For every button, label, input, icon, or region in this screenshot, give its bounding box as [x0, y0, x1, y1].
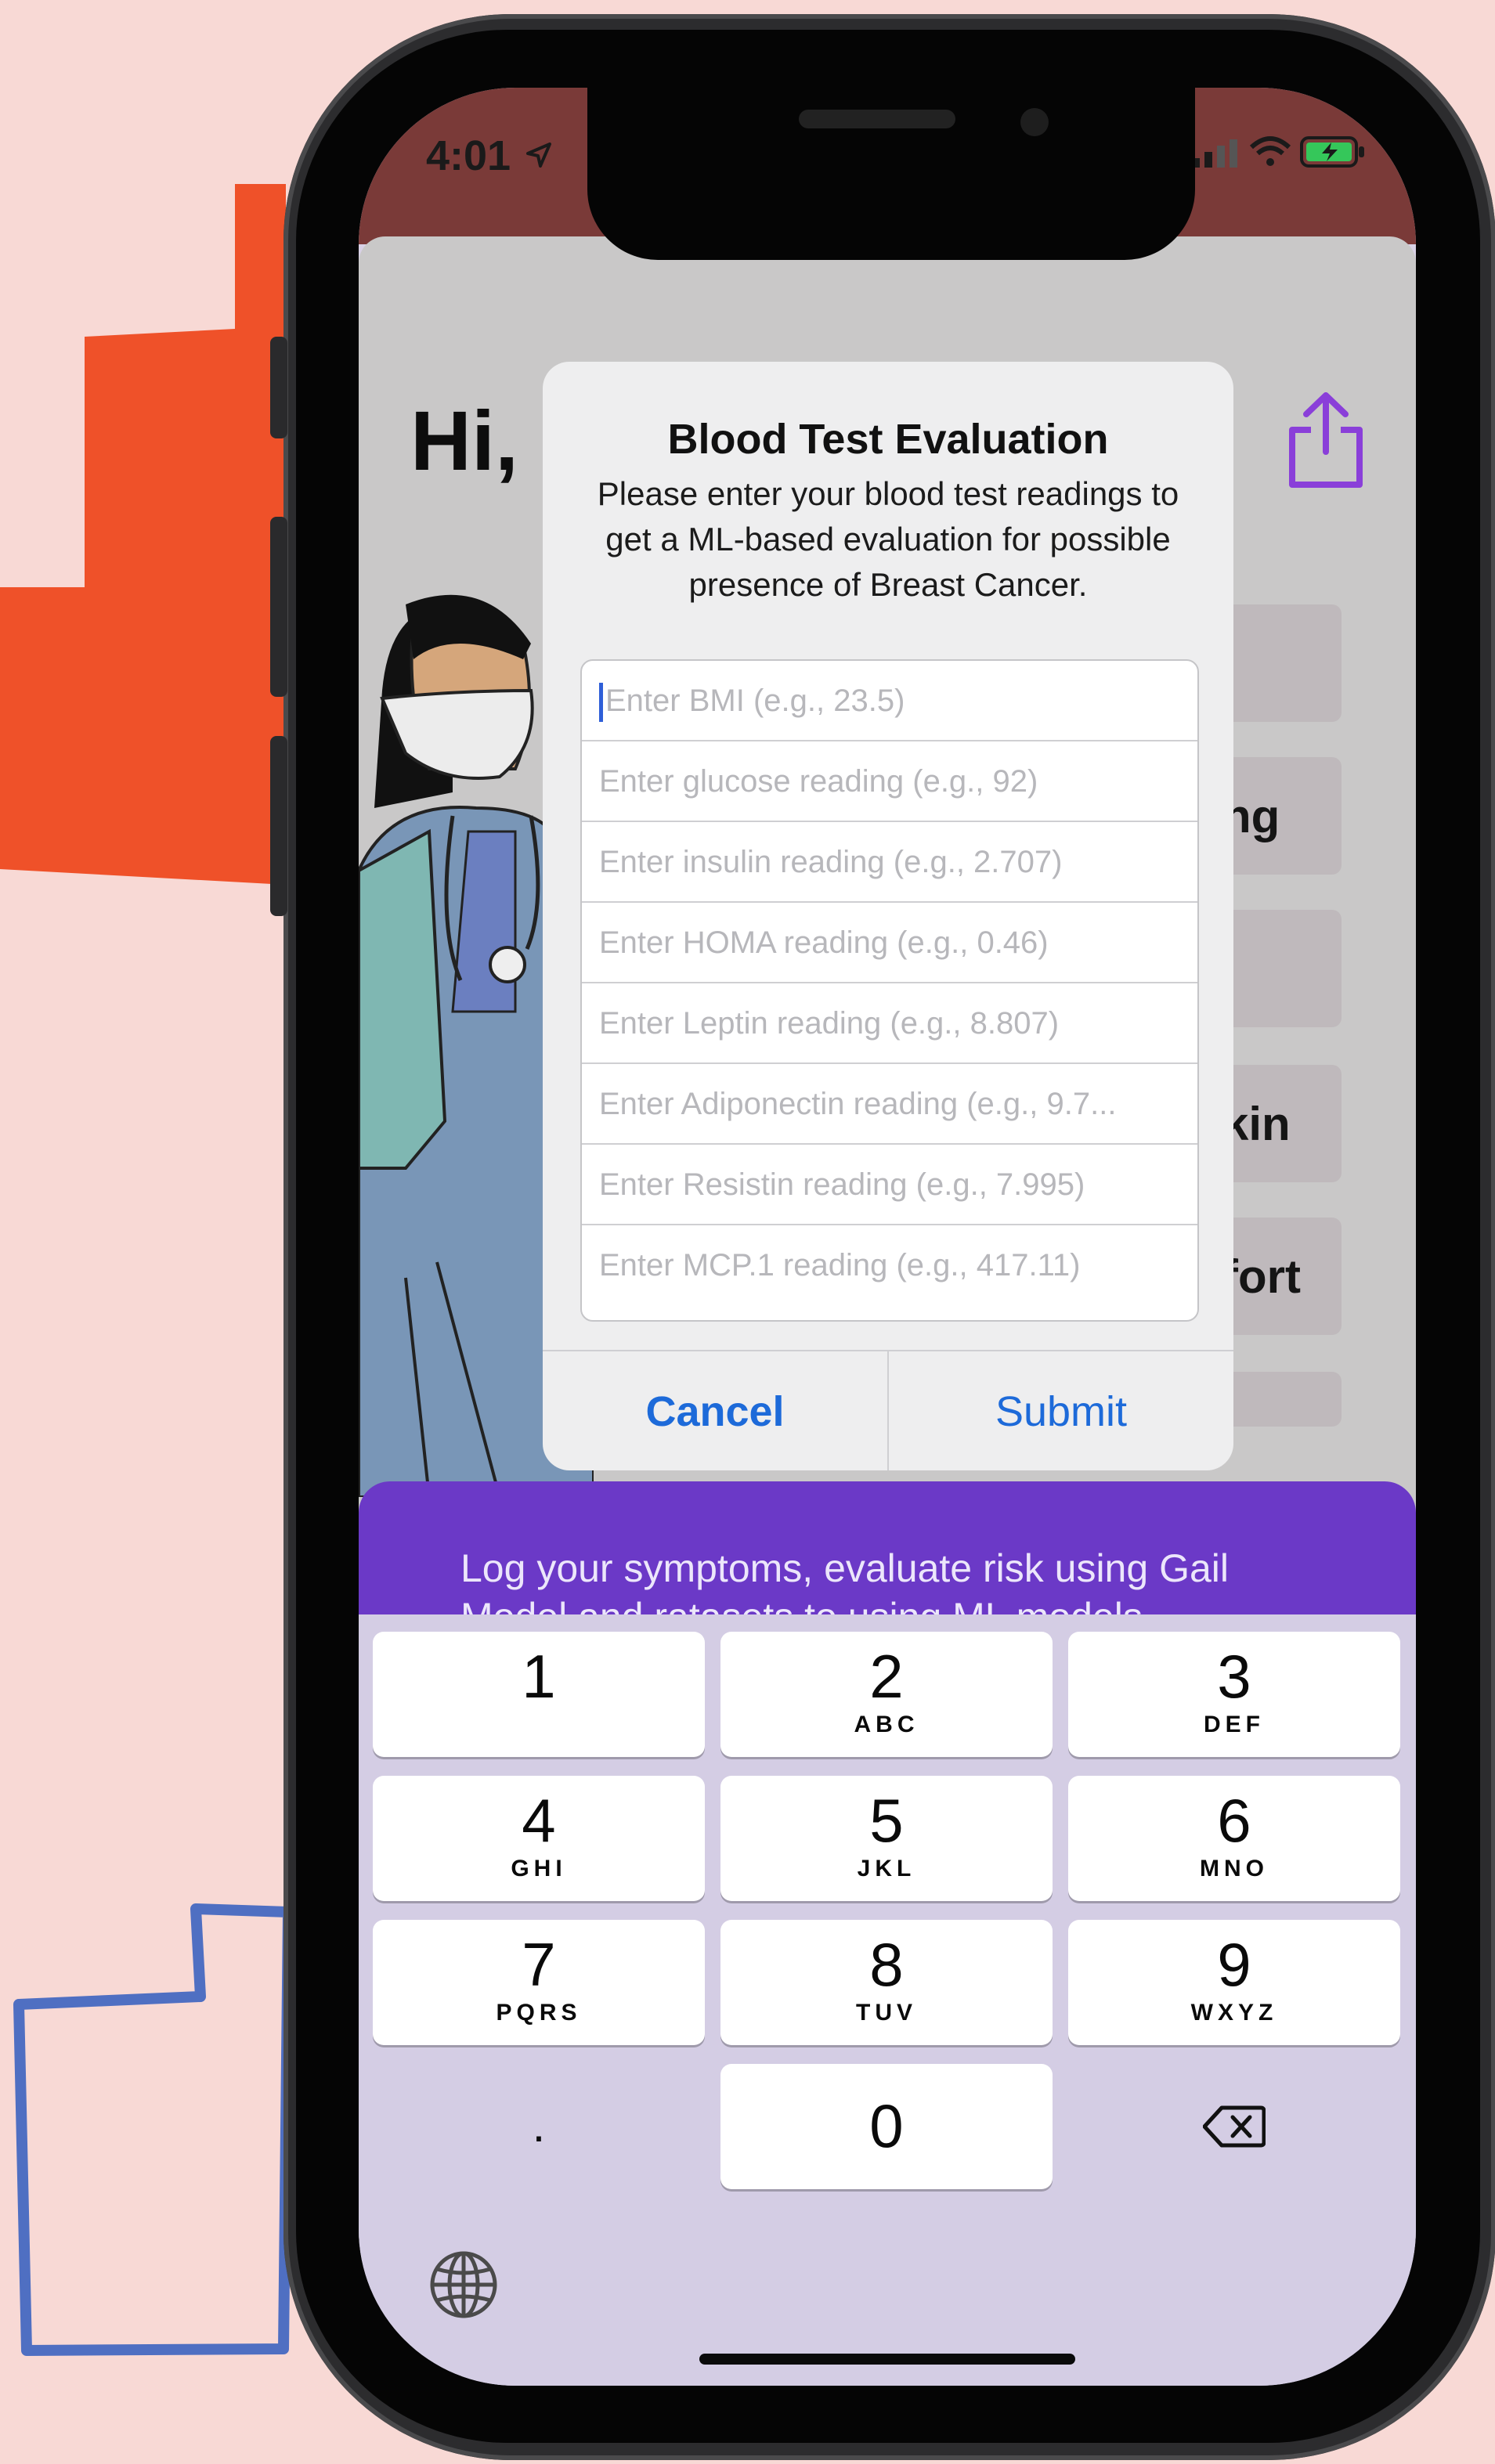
greeting-heading: Hi,	[410, 393, 519, 488]
background-card: fort	[1216, 1218, 1342, 1335]
key-2[interactable]: 2 ABC	[720, 1632, 1053, 1757]
bmi-field[interactable]: Enter BMI (e.g., 23.5)	[582, 661, 1197, 741]
key-1[interactable]: 1	[373, 1632, 705, 1757]
delete-key[interactable]	[1068, 2064, 1400, 2189]
key-6[interactable]: 6 MNO	[1068, 1776, 1400, 1901]
info-banner: Log your symptoms, evaluate risk using G…	[359, 1481, 1416, 1630]
key-0[interactable]: 0	[720, 2064, 1053, 2189]
key-3[interactable]: 3 DEF	[1068, 1632, 1400, 1757]
text-cursor	[599, 683, 603, 722]
location-arrow-icon	[526, 143, 551, 168]
resistin-field[interactable]: Enter Resistin reading (e.g., 7.995)	[582, 1145, 1197, 1225]
background-card	[1216, 604, 1342, 722]
leptin-field[interactable]: Enter Leptin reading (e.g., 8.807)	[582, 983, 1197, 1064]
cancel-button[interactable]: Cancel	[543, 1351, 887, 1470]
adiponectin-field[interactable]: Enter Adiponectin reading (e.g., 9.7...	[582, 1064, 1197, 1145]
alert-message: Please enter your blood test readings to…	[597, 475, 1179, 603]
mcp1-field[interactable]: Enter MCP.1 reading (e.g., 417.11)	[582, 1225, 1197, 1306]
glucose-field[interactable]: Enter glucose reading (e.g., 92)	[582, 741, 1197, 822]
homa-field[interactable]: Enter HOMA reading (e.g., 0.46)	[582, 903, 1197, 983]
background-card	[1216, 910, 1342, 1027]
alert-input-group: Enter BMI (e.g., 23.5) Enter glucose rea…	[580, 659, 1199, 1322]
phone-side-button	[270, 517, 287, 697]
blue-outline-decoration	[13, 1903, 294, 2356]
wifi-icon	[1250, 136, 1291, 166]
phone-camera	[1020, 108, 1049, 136]
cellular-signal-icon	[1192, 139, 1237, 168]
key-decimal[interactable]: .	[373, 2064, 705, 2189]
key-5[interactable]: 5 JKL	[720, 1776, 1053, 1901]
background-card	[1216, 1372, 1342, 1427]
delete-backspace-icon	[1202, 2105, 1266, 2148]
orange-decoration	[0, 184, 286, 885]
alert-title: Blood Test Evaluation	[667, 416, 1109, 463]
submit-button[interactable]: Submit	[887, 1351, 1233, 1470]
phone-side-button	[270, 337, 287, 438]
insulin-field[interactable]: Enter insulin reading (e.g., 2.707)	[582, 822, 1197, 903]
phone-speaker	[799, 110, 955, 128]
background-card: ng	[1216, 757, 1342, 875]
background-card: kin	[1216, 1065, 1342, 1182]
banner-text: Log your symptoms, evaluate risk using G…	[460, 1546, 1229, 1590]
key-7[interactable]: 7 PQRS	[373, 1920, 705, 2045]
key-4[interactable]: 4 GHI	[373, 1776, 705, 1901]
key-8[interactable]: 8 TUV	[720, 1920, 1053, 2045]
phone-side-button	[270, 736, 287, 916]
share-icon[interactable]	[1283, 389, 1369, 491]
battery-charging-icon	[1300, 136, 1364, 168]
phone-screen: 4:01 Hi, ng kin fort Blood Test Evaluati…	[359, 88, 1416, 2386]
status-time: 4:01	[426, 132, 511, 179]
globe-icon[interactable]	[428, 2249, 500, 2321]
key-9[interactable]: 9 WXYZ	[1068, 1920, 1400, 2045]
alert-actions: Cancel Submit	[543, 1350, 1233, 1470]
home-indicator	[699, 2354, 1075, 2365]
blood-test-alert-dialog: Blood Test Evaluation Please enter your …	[543, 362, 1233, 1470]
numeric-keyboard: 1 2 ABC 3 DEF 4 GHI 5 JKL 6 MNO 7 PQRS 8 TUV 9W…	[359, 1614, 1416, 2386]
